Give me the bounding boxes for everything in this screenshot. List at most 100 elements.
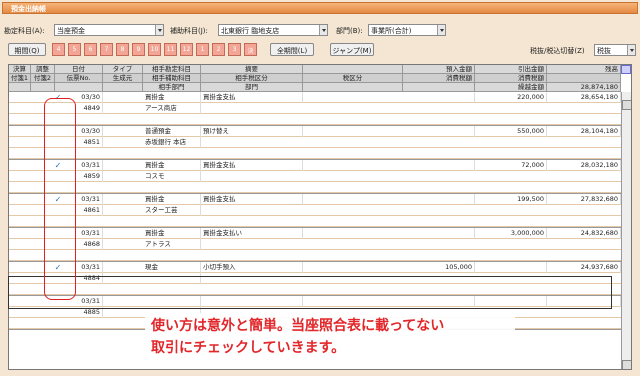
table-row[interactable]: 03/31 買掛金 買掛金支払 199,500 27,832,680 4861 スター工芸 ✓: [9, 194, 621, 228]
cell-no[interactable]: 4861: [55, 205, 103, 216]
table-row[interactable]: 03/30 買掛金 買掛金支払 220,000 28,654,180 4849 アース商店 ✓: [9, 92, 621, 126]
header-cell[interactable]: 調整: [31, 65, 55, 74]
sub-account-select[interactable]: 北東銀行 臨地支店: [218, 24, 328, 36]
cell-sub[interactable]: アトラス: [143, 239, 201, 250]
dept-select[interactable]: 事業所(合計): [368, 24, 446, 36]
cell-deposit[interactable]: [403, 92, 475, 103]
header-cell[interactable]: 伝票No.: [55, 74, 103, 83]
month-tab-0[interactable]: 4: [52, 43, 65, 56]
reconcile-checkbox[interactable]: [53, 230, 63, 238]
scroll-up-button[interactable]: [622, 100, 631, 110]
cell-acct[interactable]: 買掛金: [143, 92, 201, 103]
header-cell[interactable]: [403, 83, 475, 92]
period-button[interactable]: 期間(Q): [8, 43, 46, 56]
header-cell[interactable]: 日付: [55, 65, 103, 74]
month-tab-5[interactable]: 9: [132, 43, 145, 56]
cell-withdraw[interactable]: 220,000: [475, 92, 547, 103]
cell-withdraw[interactable]: 72,000: [475, 160, 547, 171]
header-cell[interactable]: [303, 83, 403, 92]
cell-no[interactable]: 4859: [55, 171, 103, 182]
cell-memo[interactable]: 買掛金支払: [201, 92, 303, 103]
cell-acct[interactable]: 現金: [143, 262, 201, 273]
month-tab-11[interactable]: 3: [228, 43, 241, 56]
reconcile-checkbox[interactable]: ✓: [53, 196, 63, 204]
cell-memo[interactable]: 預け替え: [201, 126, 303, 137]
header-cell[interactable]: 消費税額: [403, 74, 475, 83]
header-cell[interactable]: [9, 83, 31, 92]
cell-sub[interactable]: コスモ: [143, 171, 201, 182]
header-cell[interactable]: 部門: [201, 83, 303, 92]
collapse-icon[interactable]: [621, 65, 631, 74]
cell-acct[interactable]: 普通預金: [143, 126, 201, 137]
table-row[interactable]: 03/31 買掛金 買掛金支払 72,000 28,032,180 4859 コスモ ✓: [9, 160, 621, 194]
reconcile-checkbox[interactable]: [53, 128, 63, 136]
header-cell[interactable]: 残高: [547, 65, 621, 74]
month-tab-2[interactable]: 6: [84, 43, 97, 56]
header-cell[interactable]: 28,874,180: [547, 83, 621, 92]
scroll-down-button[interactable]: [622, 360, 631, 369]
vertical-scrollbar[interactable]: [621, 92, 631, 369]
cell-memo[interactable]: 買掛金支払: [201, 194, 303, 205]
cell-no[interactable]: 4868: [55, 239, 103, 250]
header-cell[interactable]: タイプ: [103, 65, 143, 74]
header-cell[interactable]: 相手税区分: [201, 74, 303, 83]
header-cell[interactable]: 引出金額: [475, 65, 547, 74]
cell-balance[interactable]: 28,032,180: [547, 160, 621, 171]
header-cell[interactable]: 決算: [9, 65, 31, 74]
cell-acct[interactable]: 買掛金: [143, 194, 201, 205]
header-cell[interactable]: 繰越金額: [475, 83, 547, 92]
cell-sub[interactable]: スター工芸: [143, 205, 201, 216]
cell-deposit[interactable]: [403, 194, 475, 205]
header-cell[interactable]: [547, 74, 621, 83]
cell-balance[interactable]: 24,937,680: [547, 262, 621, 273]
cell-deposit[interactable]: 105,000: [403, 262, 475, 273]
header-cell[interactable]: [55, 83, 103, 92]
month-tab-12[interactable]: 決: [244, 43, 257, 56]
reconcile-checkbox[interactable]: ✓: [53, 162, 63, 170]
cell-deposit[interactable]: [403, 126, 475, 137]
jump-button[interactable]: ジャンプ(M): [330, 43, 374, 56]
chevron-down-icon[interactable]: [437, 25, 445, 35]
header-cell[interactable]: 消費税額: [475, 74, 547, 83]
cell-deposit[interactable]: [403, 228, 475, 239]
cell-acct[interactable]: 買掛金: [143, 160, 201, 171]
header-cell[interactable]: 摘要: [201, 65, 303, 74]
cell-balance[interactable]: 28,104,180: [547, 126, 621, 137]
cell-memo[interactable]: 小切手預入: [201, 262, 303, 273]
month-tab-10[interactable]: 2: [212, 43, 225, 56]
month-tab-3[interactable]: 7: [100, 43, 113, 56]
header-cell[interactable]: 相手補助科目: [143, 74, 201, 83]
month-tab-6[interactable]: 10: [148, 43, 161, 56]
header-cell[interactable]: 税区分: [303, 74, 403, 83]
header-cell[interactable]: 預入金額: [403, 65, 475, 74]
chevron-down-icon[interactable]: [155, 25, 163, 35]
month-tab-9[interactable]: 1: [196, 43, 209, 56]
table-row[interactable]: 03/30 普通預金 預け替え 550,000 28,104,180 4851 赤坂銀行 本…: [9, 126, 621, 160]
cell-sub[interactable]: アース商店: [143, 103, 201, 114]
cell-memo[interactable]: 買掛金支払い: [201, 228, 303, 239]
cell-withdraw[interactable]: 550,000: [475, 126, 547, 137]
header-cell[interactable]: 付箋1: [9, 74, 31, 83]
cell-withdraw[interactable]: [475, 262, 547, 273]
header-cell[interactable]: [31, 83, 55, 92]
cell-memo[interactable]: 買掛金支払: [201, 160, 303, 171]
cell-withdraw[interactable]: 199,500: [475, 194, 547, 205]
cell-balance[interactable]: 24,832,680: [547, 228, 621, 239]
month-tab-1[interactable]: 5: [68, 43, 81, 56]
tax-select[interactable]: 税抜: [594, 44, 636, 56]
month-tab-8[interactable]: 12: [180, 43, 193, 56]
reconcile-checkbox[interactable]: ✓: [53, 264, 63, 272]
month-tab-7[interactable]: 11: [164, 43, 177, 56]
header-cell[interactable]: [303, 65, 403, 74]
all-period-button[interactable]: 全期間(L): [270, 43, 314, 56]
cell-no[interactable]: 4849: [55, 103, 103, 114]
table-row[interactable]: 03/31 買掛金 買掛金支払い 3,000,000 24,832,680 4868 アトラ…: [9, 228, 621, 262]
header-cell[interactable]: 付箋2: [31, 74, 55, 83]
cell-no[interactable]: 4851: [55, 137, 103, 148]
cell-balance[interactable]: 27,832,680: [547, 194, 621, 205]
header-cell[interactable]: 相手部門: [143, 83, 201, 92]
chevron-down-icon[interactable]: [627, 45, 635, 55]
reconcile-checkbox[interactable]: ✓: [53, 94, 63, 102]
chevron-down-icon[interactable]: [319, 25, 327, 35]
cell-sub[interactable]: 赤坂銀行 本店: [143, 137, 201, 148]
